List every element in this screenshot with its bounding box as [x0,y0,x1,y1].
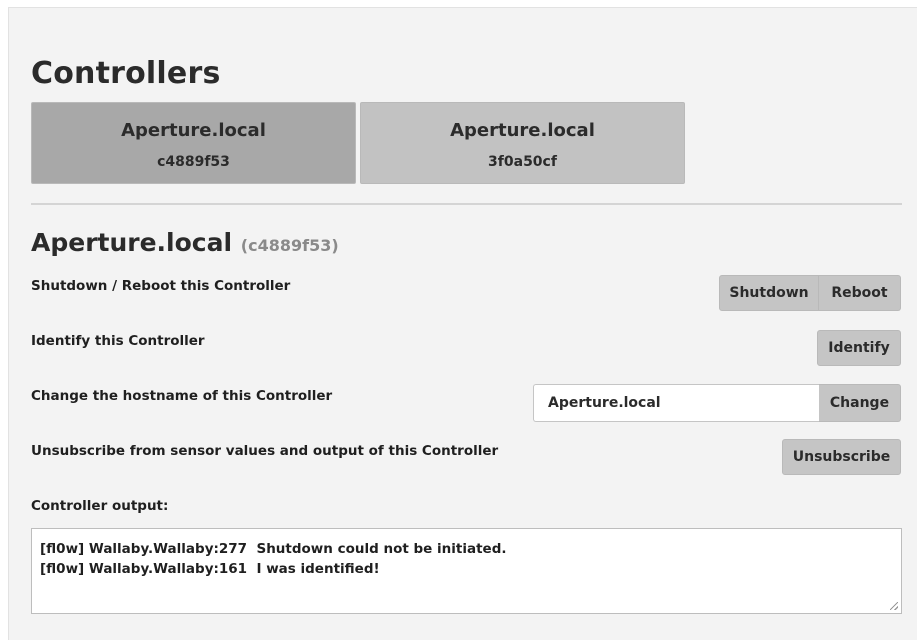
hostname-row-label: Change the hostname of this Controller [31,388,333,404]
controller-output-label: Controller output: [31,498,169,514]
hostname-input[interactable] [533,384,819,422]
power-row-label: Shutdown / Reboot this Controller [31,278,291,294]
unsubscribe-button[interactable]: Unsubscribe [782,439,901,475]
controller-tab-3f0a50cf[interactable]: Aperture.local 3f0a50cf [360,102,685,184]
selected-controller-name: Aperture.local [31,228,233,257]
unsubscribe-row-label: Unsubscribe from sensor values and outpu… [31,443,499,459]
controller-tab-name: Aperture.local [121,120,266,141]
output-line: [fl0w] Wallaby.Wallaby:277 Shutdown coul… [40,541,507,557]
controller-output-textarea[interactable]: [fl0w] Wallaby.Wallaby:277 Shutdown coul… [31,528,902,614]
change-hostname-button[interactable]: Change [819,384,901,422]
controller-tab-id: c4889f53 [157,154,230,170]
controller-tab-name: Aperture.local [450,120,595,141]
divider [31,203,902,205]
selected-controller-id: (c4889f53) [240,236,339,255]
controller-tab-id: 3f0a50cf [488,154,557,170]
identify-button[interactable]: Identify [817,330,901,366]
selected-controller-title: Aperture.local (c4889f53) [31,228,339,257]
resize-handle-icon[interactable] [890,602,898,610]
identify-row-label: Identify this Controller [31,333,205,349]
shutdown-button[interactable]: Shutdown [719,275,819,311]
page-title: Controllers [31,56,221,91]
reboot-button[interactable]: Reboot [819,275,901,311]
output-line: [fl0w] Wallaby.Wallaby:161 I was identif… [40,561,380,577]
controller-tab-c4889f53[interactable]: Aperture.local c4889f53 [31,102,356,184]
controllers-panel: Controllers Aperture.local c4889f53 Aper… [8,7,917,640]
